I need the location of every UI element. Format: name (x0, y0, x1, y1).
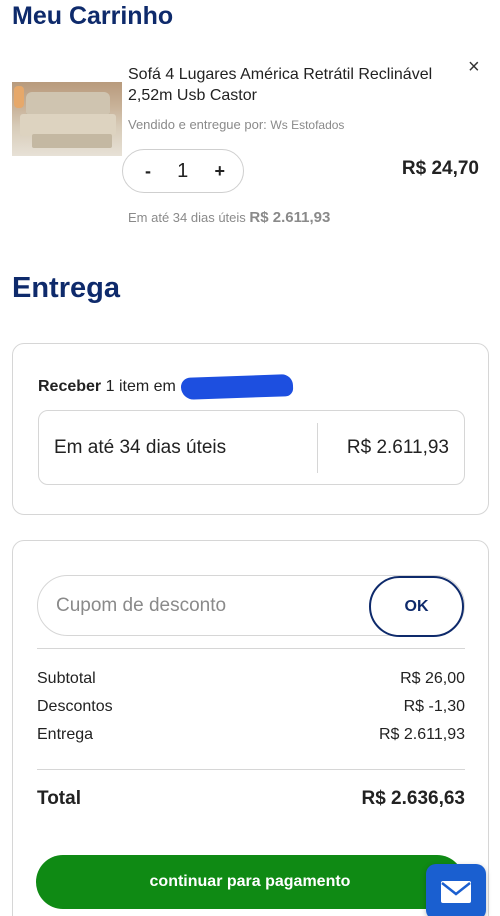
envelope-icon (441, 881, 471, 903)
summary-total: Total R$ 2.636,63 (37, 788, 465, 810)
apply-coupon-button[interactable]: OK (369, 576, 464, 637)
cart-title: Meu Carrinho (12, 2, 174, 30)
summary-row-label: Subtotal (37, 670, 96, 687)
delivery-card: Receber 1 item em Em até 34 dias úteis R… (12, 343, 489, 515)
summary-row-discounts: Descontos R$ -1,30 (37, 698, 465, 716)
total-value: R$ 2.636,63 (361, 788, 465, 809)
item-delivery-estimate-value: R$ 2.611,93 (249, 209, 331, 226)
summary-row-label: Entrega (37, 726, 94, 743)
delivery-option-price: R$ 2.611,93 (346, 437, 449, 458)
continue-to-payment-button[interactable]: continuar para pagamento (36, 855, 464, 909)
summary-row-value: R$ -1,30 (403, 698, 465, 715)
item-price: R$ 24,70 (401, 158, 479, 179)
delivery-option-divider (317, 423, 318, 473)
seller-name: Ws Estofados (270, 118, 345, 132)
quantity-value: 1 (177, 159, 189, 182)
summary-row-value: R$ 2.611,93 (379, 726, 465, 743)
coupon-field: OK (37, 575, 465, 637)
decrease-quantity-button[interactable]: - (145, 161, 151, 182)
item-delivery-estimate-label: Em até 34 dias úteis (128, 210, 246, 225)
product-image-sofa-seat (20, 114, 116, 136)
receive-line: Receber 1 item em (38, 378, 176, 396)
divider (37, 769, 465, 770)
summary-row-delivery: Entrega R$ 2.611,93 (37, 726, 465, 744)
delivery-option-label: Em até 34 dias úteis (54, 437, 227, 458)
summary-row-label: Descontos (37, 698, 113, 715)
redacted-address-scribble (180, 374, 294, 400)
product-image[interactable] (12, 82, 122, 156)
close-icon[interactable]: × (468, 56, 480, 79)
item-delivery-estimate: Em até 34 dias úteis R$ 2.611,93 (128, 209, 330, 226)
seller-prefix: Vendido e entregue por: (128, 117, 267, 132)
increase-quantity-button[interactable]: + (214, 161, 225, 182)
delivery-option[interactable]: Em até 34 dias úteis R$ 2.611,93 (38, 410, 465, 485)
coupon-input[interactable] (56, 592, 356, 620)
summary-row-value: R$ 26,00 (400, 670, 465, 687)
delivery-section-title: Entrega (12, 272, 120, 304)
chat-button[interactable] (426, 864, 486, 916)
product-image-lamp (14, 86, 24, 108)
receive-text: 1 item em (105, 378, 176, 395)
total-label: Total (37, 788, 81, 809)
product-name[interactable]: Sofá 4 Lugares América Retrátil Reclináv… (128, 64, 458, 106)
quantity-stepper: - 1 + (122, 149, 244, 193)
divider (37, 648, 465, 649)
seller-info: Vendido e entregue por: Ws Estofados (128, 117, 344, 132)
receive-label: Receber (38, 378, 102, 395)
summary-row-subtotal: Subtotal R$ 26,00 (37, 670, 465, 688)
product-image-sofa-front (32, 134, 112, 148)
